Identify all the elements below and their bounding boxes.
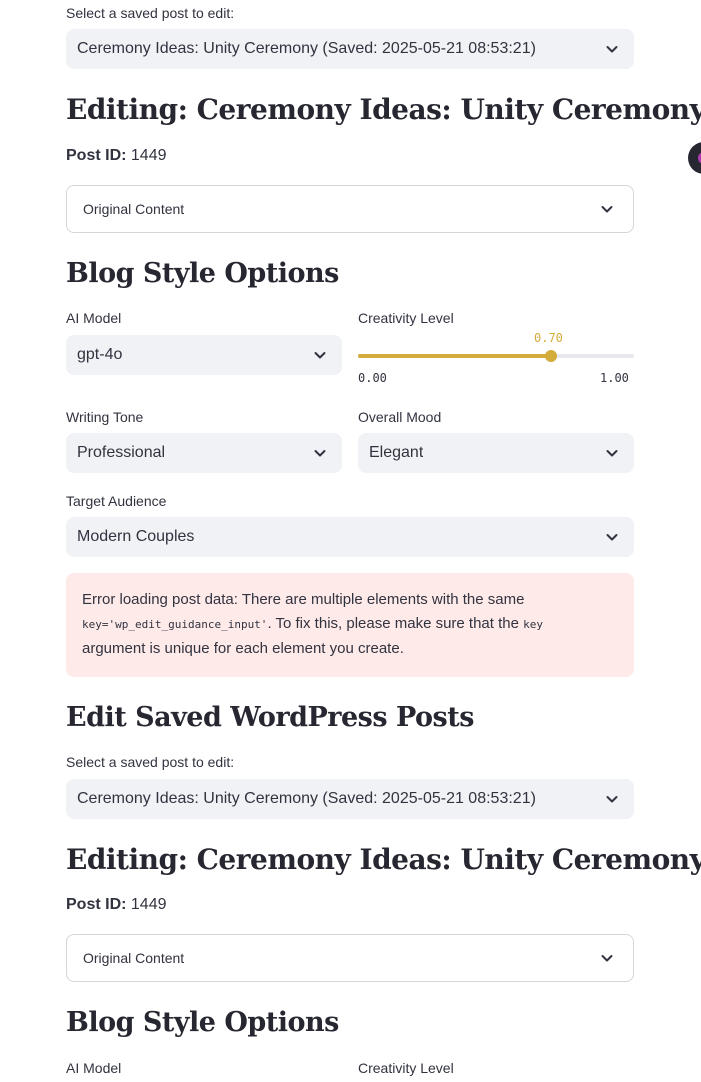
creativity-min: 0.00 — [358, 371, 387, 385]
chevron-down-icon — [312, 445, 328, 461]
floating-action-button[interactable] — [688, 142, 701, 174]
writing-tone-label: Writing Tone — [66, 409, 144, 425]
expander-label: Original Content — [83, 950, 185, 966]
post-id-label: Post ID: — [66, 147, 127, 164]
chevron-down-icon — [604, 41, 620, 57]
original-content-expander[interactable]: Original Content — [66, 185, 634, 233]
post-select[interactable]: Ceremony Ideas: Unity Ceremony (Saved: 2… — [66, 779, 634, 819]
creativity-label: Creativity Level — [358, 1060, 454, 1076]
post-select[interactable]: Ceremony Ideas: Unity Ceremony (Saved: 2… — [66, 29, 634, 69]
error-text-3: argument is unique for each element you … — [82, 640, 404, 657]
creativity-slider[interactable] — [358, 350, 634, 362]
chevron-down-icon — [604, 791, 620, 807]
post-id: Post ID: 1449 — [66, 147, 167, 165]
style-options-heading: Blog Style Options — [66, 258, 339, 289]
post-select-value: Ceremony Ideas: Unity Ceremony (Saved: 2… — [77, 790, 536, 807]
chevron-down-icon — [604, 529, 620, 545]
chevron-down-icon — [599, 950, 615, 966]
error-alert: Error loading post data: There are multi… — [66, 573, 634, 677]
ai-model-label: AI Model — [66, 1060, 122, 1076]
page-title: Edit Saved WordPress Posts — [66, 702, 474, 733]
error-code-key-input: key='wp_edit_guidance_input' — [82, 618, 268, 631]
chevron-down-icon — [312, 347, 328, 363]
ai-model-label: AI Model — [66, 310, 122, 326]
ai-model-value: gpt-4o — [77, 346, 123, 363]
creativity-slider-thumb[interactable] — [545, 350, 557, 362]
editing-title: Editing: Ceremony Ideas: Unity Ceremony — [66, 843, 701, 876]
error-text-2: . To fix this, please make sure that the — [267, 615, 524, 632]
creativity-slider-fill — [358, 354, 551, 358]
post-id-value: 1449 — [130, 896, 167, 913]
target-audience-label: Target Audience — [66, 493, 167, 509]
error-text-1: Error loading post data: There are multi… — [82, 591, 525, 608]
target-audience-select[interactable]: Modern Couples — [66, 517, 634, 557]
post-select-label: Select a saved post to edit: — [66, 754, 235, 770]
error-code-key: key — [523, 618, 544, 631]
post-id-label: Post ID: — [66, 896, 127, 913]
target-audience-value: Modern Couples — [77, 528, 195, 545]
post-id: Post ID: 1449 — [66, 896, 167, 914]
overall-mood-select[interactable]: Elegant — [358, 433, 634, 473]
overall-mood-label: Overall Mood — [358, 409, 442, 425]
chevron-down-icon — [604, 445, 620, 461]
ai-model-select[interactable]: gpt-4o — [66, 335, 342, 375]
post-select-value: Ceremony Ideas: Unity Ceremony (Saved: 2… — [77, 40, 536, 57]
expander-label: Original Content — [83, 201, 185, 217]
creativity-current-value: 0.70 — [534, 331, 563, 345]
post-select-label: Select a saved post to edit: — [66, 5, 235, 21]
overall-mood-value: Elegant — [369, 444, 424, 461]
post-id-value: 1449 — [130, 147, 167, 164]
creativity-max: 1.00 — [600, 371, 629, 385]
writing-tone-value: Professional — [77, 444, 166, 461]
original-content-expander[interactable]: Original Content — [66, 934, 634, 982]
creativity-label: Creativity Level — [358, 310, 454, 326]
writing-tone-select[interactable]: Professional — [66, 433, 342, 473]
editing-title: Editing: Ceremony Ideas: Unity Ceremony — [66, 93, 701, 126]
chevron-down-icon — [599, 201, 615, 217]
style-options-heading: Blog Style Options — [66, 1007, 339, 1038]
